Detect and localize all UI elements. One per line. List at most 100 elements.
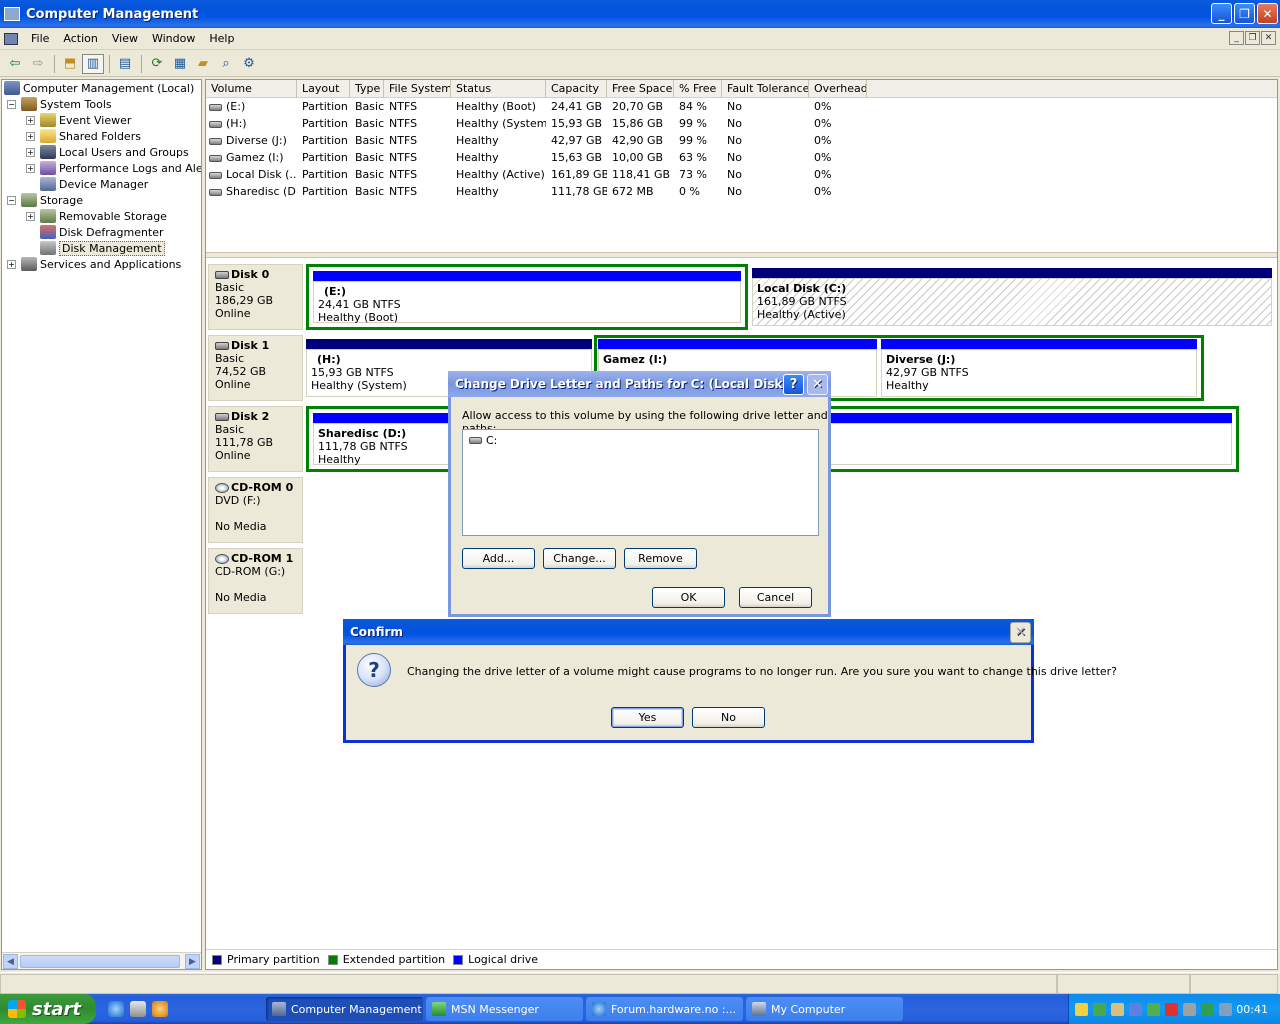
close-button[interactable]: ✕	[1257, 3, 1278, 24]
menu-action[interactable]: Action	[56, 32, 104, 45]
tray-update-icon[interactable]	[1201, 1002, 1214, 1016]
tree-disk-management[interactable]: Disk Management	[40, 240, 165, 256]
up-icon[interactable]: ⬒	[59, 54, 81, 74]
tree-local-users[interactable]: Local Users and Groups	[40, 144, 189, 160]
volume-row[interactable]: Sharedisc (D:) Partition Basic NTFS Healthy 1…	[206, 183, 1277, 200]
col-fault-tolerance[interactable]: Fault Tolerance	[722, 80, 809, 98]
tree-computer-management[interactable]: Computer Management (Local)	[4, 80, 194, 96]
tray-app-icon[interactable]	[1129, 1002, 1142, 1016]
menu-window[interactable]: Window	[145, 32, 202, 45]
close-icon[interactable]: ✕	[807, 374, 828, 395]
col-layout[interactable]: Layout	[297, 80, 350, 98]
open-icon[interactable]: ▰	[192, 54, 214, 74]
back-icon[interactable]: ⇦	[4, 54, 26, 74]
tree-event-viewer[interactable]: Event Viewer	[40, 112, 131, 128]
change-dialog-titlebar[interactable]: Change Drive Letter and Paths for C: (Lo…	[448, 371, 831, 397]
disk-0-info[interactable]: Disk 0 Basic 186,29 GB Online	[208, 264, 303, 330]
partition-c[interactable]: Local Disk (C:) 161,89 GB NTFS Healthy (…	[748, 264, 1276, 330]
tree-horizontal-scrollbar[interactable]: ◀ ▶	[2, 952, 201, 969]
no-button[interactable]: No	[692, 707, 765, 728]
drive-paths-list[interactable]: C:	[462, 429, 819, 536]
volume-row[interactable]: Gamez (I:) Partition Basic NTFS Healthy 15,63…	[206, 149, 1277, 166]
col-type[interactable]: Type	[350, 80, 384, 98]
partition-j[interactable]: Diverse (J:) 42,97 GB NTFS Healthy	[877, 335, 1201, 401]
mmc-icon[interactable]	[4, 32, 18, 45]
col-overhead[interactable]: Overhead	[809, 80, 867, 98]
disk-1-info[interactable]: Disk 1 Basic 74,52 GB Online	[208, 335, 303, 401]
cdrom-1-info[interactable]: CD-ROM 1 CD-ROM (G:) No Media	[208, 548, 303, 614]
disk-2-info[interactable]: Disk 2 Basic 111,78 GB Online	[208, 406, 303, 472]
collapse-system-tools[interactable]: −	[7, 100, 16, 109]
expand-removable-storage[interactable]: +	[26, 212, 35, 221]
expand-local-users[interactable]: +	[26, 148, 35, 157]
close-icon[interactable]: ✕	[1010, 622, 1031, 643]
tree-removable-storage[interactable]: Removable Storage	[40, 208, 167, 224]
volume-row[interactable]: (H:) Partition Basic NTFS Healthy (System) 15…	[206, 115, 1277, 132]
tree-device-manager[interactable]: Device Manager	[40, 176, 148, 192]
menu-file[interactable]: File	[24, 32, 56, 45]
minimize-button[interactable]: _	[1211, 3, 1232, 24]
task-computer-management[interactable]: Computer Management	[266, 997, 423, 1021]
export-icon[interactable]: ▦	[169, 54, 191, 74]
search-icon[interactable]: ⌕	[215, 54, 237, 74]
start-button[interactable]: start	[0, 994, 96, 1024]
path-item-c[interactable]: C:	[469, 434, 497, 447]
scroll-right-icon[interactable]: ▶	[185, 954, 200, 969]
child-close-button[interactable]: ✕	[1261, 31, 1276, 45]
expand-shared-folders[interactable]: +	[26, 132, 35, 141]
volume-row[interactable]: Diverse (J:) Partition Basic NTFS Healthy 42,…	[206, 132, 1277, 149]
col-status[interactable]: Status	[451, 80, 546, 98]
yes-button[interactable]: Yes	[611, 707, 684, 728]
child-minimize-button[interactable]: _	[1229, 31, 1244, 45]
tree-shared-folders[interactable]: Shared Folders	[40, 128, 141, 144]
expand-event-viewer[interactable]: +	[26, 116, 35, 125]
refresh-icon[interactable]: ⟳	[146, 54, 168, 74]
col-capacity[interactable]: Capacity	[546, 80, 607, 98]
change-button[interactable]: Change...	[543, 548, 616, 569]
cancel-button[interactable]: Cancel	[739, 587, 812, 608]
tray-shield-icon[interactable]	[1147, 1002, 1160, 1016]
menu-help[interactable]: Help	[202, 32, 241, 45]
tray-speaker-icon[interactable]	[1183, 1002, 1196, 1016]
show-hide-tree-icon[interactable]: ▥	[82, 53, 104, 74]
col-free-space[interactable]: Free Space	[607, 80, 674, 98]
scroll-left-icon[interactable]: ◀	[3, 954, 18, 969]
child-restore-button[interactable]: ❐	[1245, 31, 1260, 45]
confirm-dialog-titlebar[interactable]: Confirm ✕	[343, 619, 1034, 645]
show-desktop-icon[interactable]	[130, 1001, 146, 1017]
tray-network-icon[interactable]	[1111, 1002, 1124, 1016]
tray-antivirus-icon[interactable]	[1165, 1002, 1178, 1016]
task-msn-messenger[interactable]: MSN Messenger	[426, 997, 583, 1021]
col-percent-free[interactable]: % Free	[674, 80, 722, 98]
tray-msn-icon[interactable]	[1093, 1002, 1106, 1016]
scroll-thumb[interactable]	[20, 955, 180, 968]
volume-row[interactable]: Local Disk (... Partition Basic NTFS Healthy…	[206, 166, 1277, 183]
tree-disk-defragmenter[interactable]: Disk Defragmenter	[40, 224, 164, 240]
media-player-icon[interactable]	[152, 1001, 168, 1017]
tray-folder-icon[interactable]	[1075, 1002, 1088, 1016]
volume-row[interactable]: (E:) Partition Basic NTFS Healthy (Boot) 24,4…	[206, 98, 1277, 115]
add-button[interactable]: Add...	[462, 548, 535, 569]
partition-e[interactable]: (E:) 24,41 GB NTFS Healthy (Boot)	[306, 264, 748, 330]
expand-perf-logs[interactable]: +	[26, 164, 35, 173]
tree-services-applications[interactable]: Services and Applications	[21, 256, 181, 272]
collapse-storage[interactable]: −	[7, 196, 16, 205]
remove-button[interactable]: Remove	[624, 548, 697, 569]
task-my-computer[interactable]: My Computer	[746, 997, 903, 1021]
properties-icon[interactable]: ▤	[114, 54, 136, 74]
tree-perf-logs[interactable]: Performance Logs and Alerts	[40, 160, 201, 176]
tray-misc-icon[interactable]	[1219, 1002, 1232, 1016]
restore-button[interactable]: ❐	[1234, 3, 1255, 24]
expand-services[interactable]: +	[7, 260, 16, 269]
col-volume[interactable]: Volume	[206, 80, 297, 98]
tree-storage[interactable]: Storage	[21, 192, 83, 208]
internet-explorer-icon[interactable]	[108, 1001, 124, 1017]
forward-icon[interactable]: ⇨	[27, 54, 49, 74]
ok-button[interactable]: OK	[652, 587, 725, 608]
menu-view[interactable]: View	[105, 32, 145, 45]
settings-icon[interactable]: ⚙	[238, 54, 260, 74]
tree-system-tools[interactable]: System Tools	[21, 96, 112, 112]
task-forum[interactable]: Forum.hardware.no :...	[586, 997, 743, 1021]
help-icon[interactable]: ?	[783, 374, 804, 395]
col-file-system[interactable]: File System	[384, 80, 451, 98]
